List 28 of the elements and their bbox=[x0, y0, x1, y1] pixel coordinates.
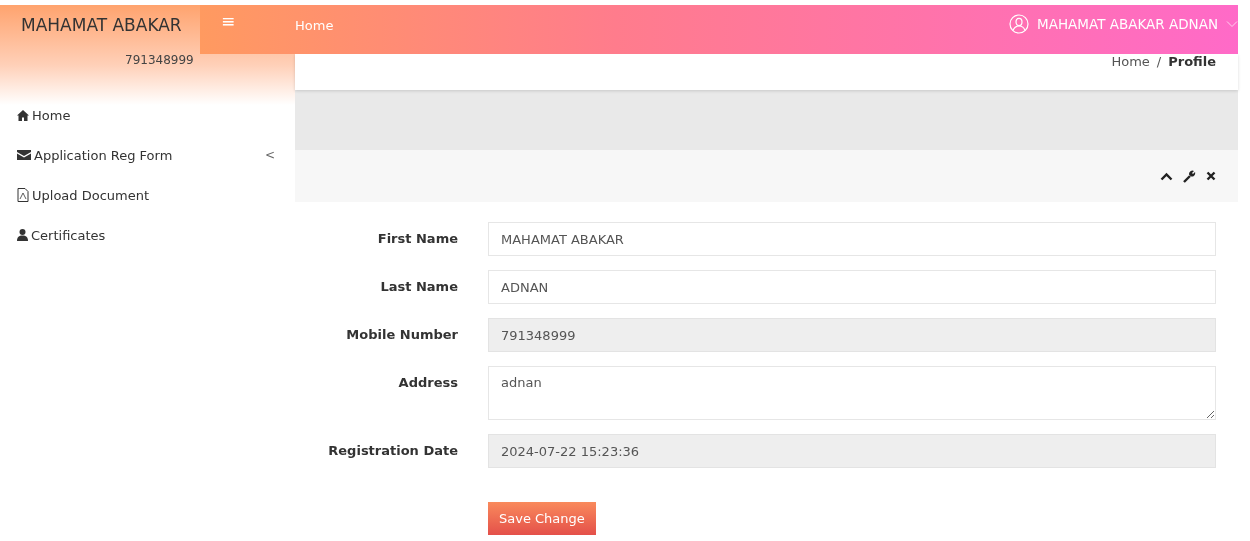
address-field[interactable]: adnan bbox=[488, 366, 1216, 420]
user-name: MAHAMAT ABAKAR bbox=[20, 14, 183, 37]
breadcrumb-link[interactable]: Home bbox=[1111, 54, 1150, 69]
document-icon bbox=[17, 188, 29, 202]
breadcrumb-link[interactable]: Profile bbox=[1168, 54, 1216, 69]
field-label: Last Name bbox=[379, 278, 458, 294]
field-label: Address bbox=[397, 374, 458, 390]
input-field[interactable]: MAHAMAT ABAKAR bbox=[488, 222, 1216, 256]
submenu-indicator: < bbox=[264, 148, 275, 162]
user-phone: 791348999 bbox=[124, 52, 195, 69]
sidebar-item[interactable]: Certificates bbox=[0, 215, 295, 255]
close-button[interactable] bbox=[1206, 171, 1216, 181]
user-icon bbox=[1009, 14, 1030, 34]
sidebar-item[interactable]: Upload Document bbox=[0, 175, 295, 215]
home-icon bbox=[17, 109, 29, 121]
input-field[interactable]: ADNAN bbox=[488, 270, 1216, 304]
wrench-button[interactable] bbox=[1183, 169, 1196, 183]
field-label: Registration Date bbox=[327, 442, 458, 458]
sidebar-item[interactable]: Application Reg Form < bbox=[0, 135, 295, 175]
field-label: Mobile Number bbox=[345, 326, 458, 342]
chevron-down-icon bbox=[1226, 20, 1238, 28]
field-label: First Name bbox=[376, 230, 458, 246]
page-title: Home bbox=[295, 17, 334, 33]
breadcrumb-separator: / bbox=[1156, 54, 1162, 69]
collapse-button[interactable] bbox=[1160, 171, 1173, 181]
user-icon bbox=[17, 229, 28, 241]
envelope-icon bbox=[17, 150, 31, 160]
sidebar-item[interactable]: Home bbox=[0, 95, 295, 135]
